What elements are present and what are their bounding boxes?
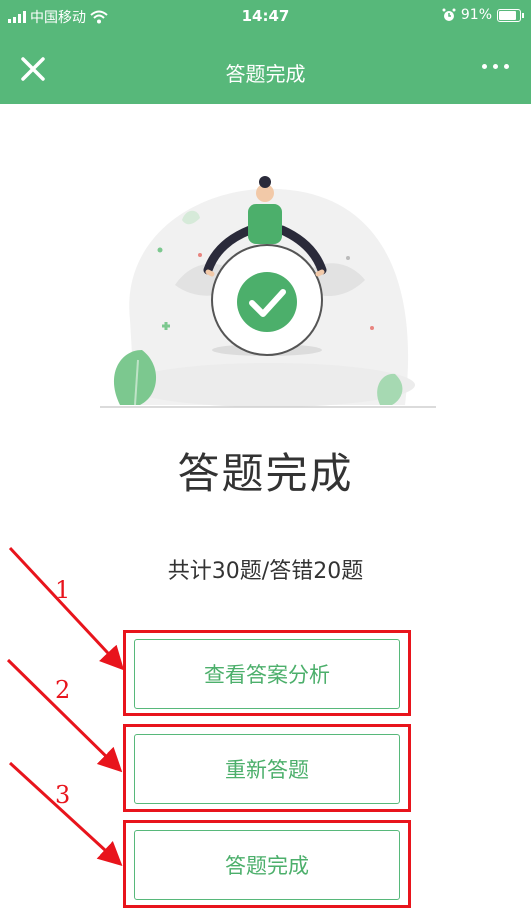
check-badge bbox=[237, 272, 297, 332]
more-icon[interactable] bbox=[482, 64, 509, 69]
result-summary: 共计30题/答错20题 bbox=[167, 559, 364, 584]
annotation-label-1: 1 bbox=[55, 576, 71, 604]
annotation-label-2: 2 bbox=[55, 676, 71, 704]
completion-illustration bbox=[100, 176, 436, 408]
battery-percent: 91% bbox=[460, 7, 492, 23]
person-hair bbox=[259, 176, 271, 188]
annotation-arrow-3 bbox=[8, 761, 123, 867]
nav-bar: 答题完成 bbox=[0, 34, 531, 104]
status-bar: 中国移动 14:47 91% bbox=[0, 0, 531, 34]
ground-shadow bbox=[125, 363, 415, 407]
annotation-label-3: 3 bbox=[55, 781, 71, 809]
view-analysis-button[interactable]: 查看答案分析 bbox=[134, 639, 400, 709]
battery-icon bbox=[497, 8, 524, 22]
alarm-icon bbox=[442, 8, 456, 21]
retry-button[interactable]: 重新答题 bbox=[134, 734, 400, 804]
nav-title: 答题完成 bbox=[225, 62, 306, 86]
person-body bbox=[248, 204, 282, 244]
finish-button[interactable]: 答题完成 bbox=[134, 830, 400, 900]
result-heading: 答题完成 bbox=[177, 449, 354, 498]
